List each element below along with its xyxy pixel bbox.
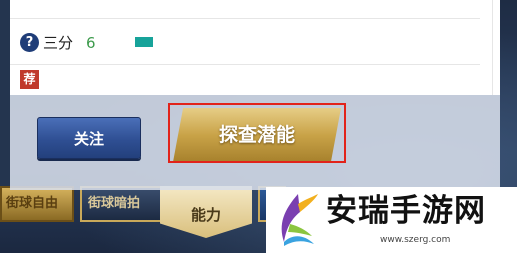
tab-ability-label: 能力: [190, 206, 221, 224]
watermark-logo-icon: [281, 194, 318, 246]
left-edge-strip: [0, 0, 10, 186]
row-divider: [10, 18, 480, 19]
stat-bar: [135, 37, 153, 47]
tab-street-free-label: 街球自由: [6, 196, 59, 211]
tab-street-dark-label: 街球暗拍: [88, 196, 141, 211]
tab-street-dark[interactable]: 街球暗拍: [80, 186, 172, 222]
watermark-url: www.szerg.com: [380, 235, 451, 245]
watermark-title: 安瑞手游网: [326, 193, 486, 229]
row-divider: [10, 64, 480, 65]
tab-street-free[interactable]: 街球自由: [0, 186, 74, 222]
recommend-badge: 荐: [20, 70, 39, 89]
help-icon[interactable]: ?: [20, 33, 39, 52]
follow-button[interactable]: 关注: [37, 117, 141, 159]
stat-label-three-point: 三分: [43, 34, 74, 52]
stat-value-three-point: 6: [86, 34, 96, 52]
stats-panel: [10, 0, 500, 95]
highlight-annotation-box: [168, 103, 346, 163]
